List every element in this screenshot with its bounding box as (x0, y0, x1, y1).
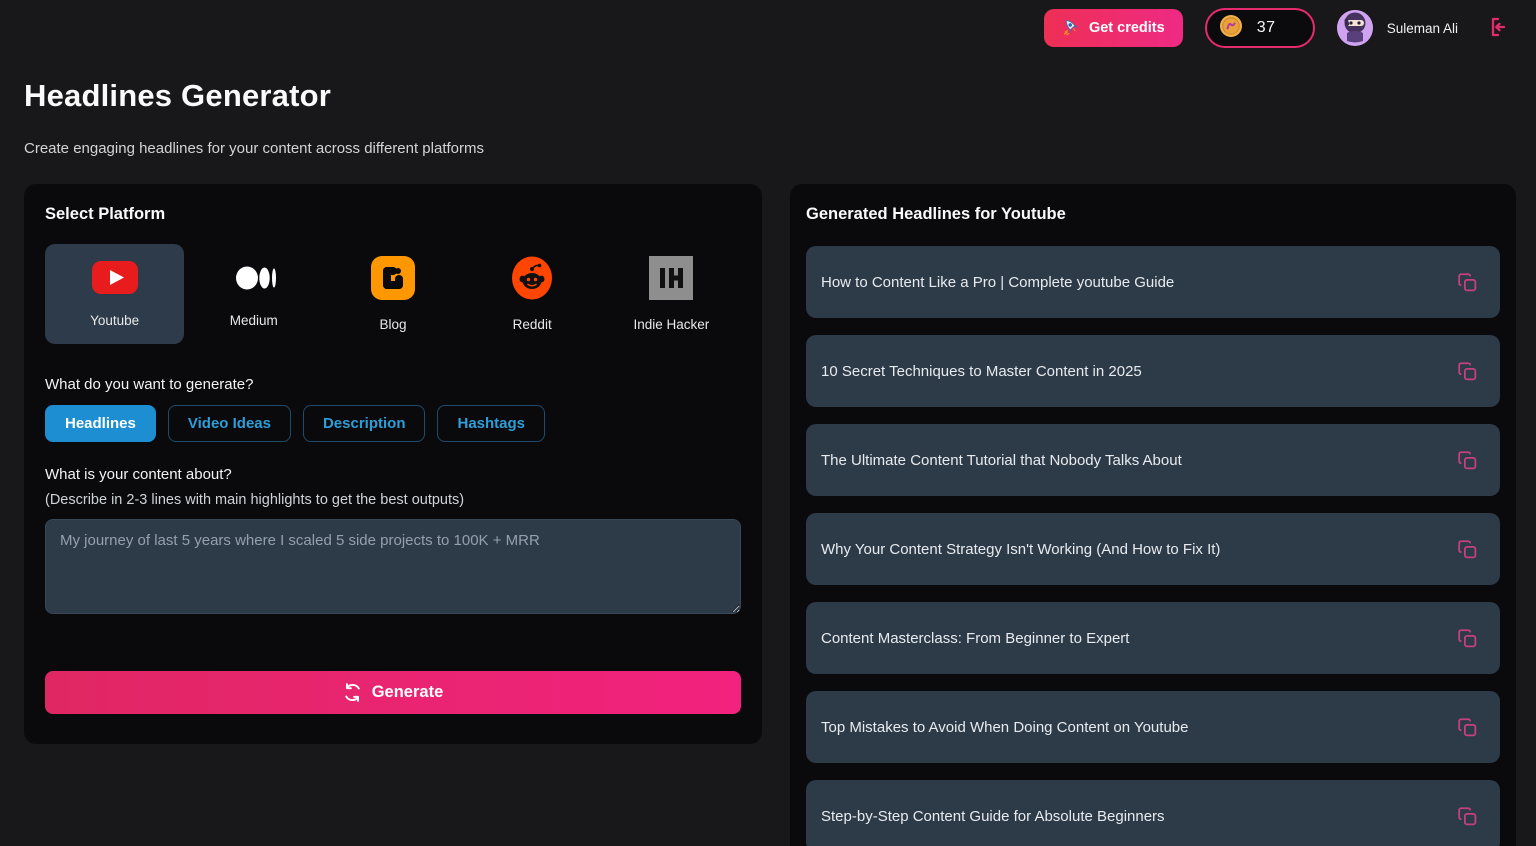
logout-icon (1484, 27, 1508, 42)
generate-label: Generate (372, 683, 444, 702)
platform-selector: Youtube Medium (45, 244, 741, 344)
platform-label: Indie Hacker (633, 317, 709, 332)
get-credits-label: Get credits (1089, 20, 1165, 36)
content-hint: (Describe in 2-3 lines with main highlig… (45, 492, 741, 508)
results-panel: Generated Headlines for Youtube How to C… (790, 184, 1516, 846)
credits-counter[interactable]: 37 (1205, 8, 1315, 48)
copy-button[interactable] (1455, 448, 1480, 473)
copy-button[interactable] (1455, 270, 1480, 295)
get-credits-button[interactable]: Get credits (1044, 9, 1183, 47)
platform-medium[interactable]: Medium (184, 244, 323, 344)
credits-count: 37 (1257, 19, 1276, 37)
page-subtitle: Create engaging headlines for your conte… (24, 140, 1512, 157)
headline-card: Content Masterclass: From Beginner to Ex… (806, 602, 1500, 674)
blogger-icon (371, 256, 415, 305)
copy-icon (1457, 370, 1478, 385)
headline-text: 10 Secret Techniques to Master Content i… (821, 363, 1142, 380)
copy-button[interactable] (1455, 626, 1480, 651)
ninja-avatar-icon (1337, 10, 1373, 46)
content-question: What is your content about? (45, 466, 741, 483)
tab-headlines[interactable]: Headlines (45, 405, 156, 442)
platform-indie-hacker[interactable]: Indie Hacker (602, 244, 741, 344)
copy-icon (1457, 459, 1478, 474)
copy-button[interactable] (1455, 804, 1480, 829)
generate-type-tabs: Headlines Video Ideas Description Hashta… (45, 405, 741, 442)
platform-youtube[interactable]: Youtube (45, 244, 184, 344)
headline-card: How to Content Like a Pro | Complete you… (806, 246, 1500, 318)
copy-button[interactable] (1455, 715, 1480, 740)
platform-reddit[interactable]: Reddit (463, 244, 602, 344)
headline-text: Content Masterclass: From Beginner to Ex… (821, 630, 1129, 647)
headline-card: Step-by-Step Content Guide for Absolute … (806, 780, 1500, 846)
platform-label: Blog (379, 317, 406, 332)
generator-panel: Select Platform Youtube (24, 184, 762, 744)
page-title: Headlines Generator (24, 78, 1512, 114)
results-title: Generated Headlines for Youtube (806, 200, 1500, 224)
generate-button[interactable]: Generate (45, 671, 741, 714)
indie-hacker-icon (649, 256, 693, 305)
copy-icon (1457, 281, 1478, 296)
copy-button[interactable] (1455, 359, 1480, 384)
copy-icon (1457, 726, 1478, 741)
copy-icon (1457, 637, 1478, 652)
user-avatar[interactable] (1337, 10, 1373, 46)
copy-icon (1457, 548, 1478, 563)
select-platform-title: Select Platform (45, 205, 741, 224)
youtube-icon (91, 260, 139, 301)
headline-text: How to Content Like a Pro | Complete you… (821, 274, 1174, 291)
headline-text: The Ultimate Content Tutorial that Nobod… (821, 452, 1182, 469)
tab-video-ideas[interactable]: Video Ideas (168, 405, 291, 442)
platform-label: Medium (230, 313, 278, 328)
headline-card: The Ultimate Content Tutorial that Nobod… (806, 424, 1500, 496)
headline-list: How to Content Like a Pro | Complete you… (806, 246, 1500, 846)
tab-description[interactable]: Description (303, 405, 426, 442)
platform-label: Reddit (513, 317, 552, 332)
top-bar: Get credits 37 (0, 0, 1536, 56)
tab-hashtags[interactable]: Hashtags (437, 405, 545, 442)
refresh-icon (343, 683, 362, 702)
logout-button[interactable] (1480, 11, 1512, 46)
platform-blog[interactable]: Blog (323, 244, 462, 344)
headline-text: Why Your Content Strategy Isn't Working … (821, 541, 1220, 558)
user-name: Suleman Ali (1387, 21, 1458, 36)
medium-icon (230, 260, 278, 301)
reddit-icon (510, 256, 554, 305)
copy-icon (1457, 815, 1478, 830)
rocket-icon (1062, 17, 1081, 40)
coin-icon (1219, 14, 1243, 43)
platform-label: Youtube (90, 313, 139, 328)
generate-question: What do you want to generate? (45, 376, 741, 393)
headline-card: Top Mistakes to Avoid When Doing Content… (806, 691, 1500, 763)
headline-text: Top Mistakes to Avoid When Doing Content… (821, 719, 1188, 736)
headline-card: 10 Secret Techniques to Master Content i… (806, 335, 1500, 407)
headline-text: Step-by-Step Content Guide for Absolute … (821, 808, 1165, 825)
headline-card: Why Your Content Strategy Isn't Working … (806, 513, 1500, 585)
content-input[interactable] (45, 519, 741, 614)
copy-button[interactable] (1455, 537, 1480, 562)
